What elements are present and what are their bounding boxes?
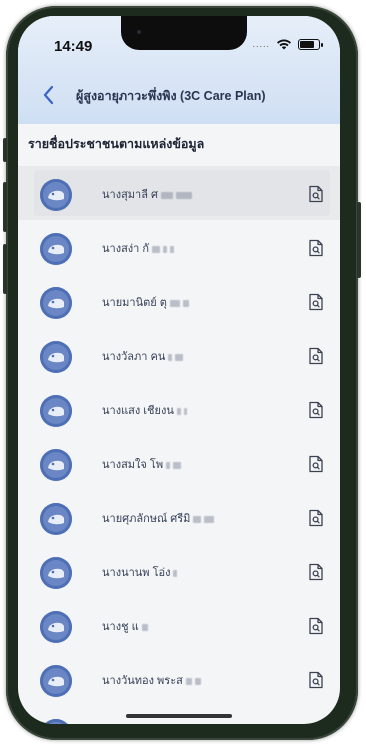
status-time: 14:49 [54, 38, 93, 55]
volume-up-button [3, 182, 7, 232]
redacted-text [173, 461, 182, 469]
document-search-icon[interactable] [308, 455, 324, 473]
document-search-icon[interactable] [308, 401, 324, 419]
redacted-text [204, 515, 215, 523]
section-title: รายชื่อประชาชนตามแหล่งข้อมูล [28, 137, 205, 151]
list-item[interactable]: นางวัลภา คน [18, 328, 340, 382]
redacted-text [194, 677, 201, 685]
status-bar: 14:49 ..... [18, 16, 340, 72]
person-name: นางแสง เชียงน [102, 401, 187, 419]
person-avatar-icon [40, 287, 72, 319]
redacted-text [185, 677, 192, 685]
list-item[interactable]: นางสุมาลี ศ [18, 166, 340, 220]
document-search-icon[interactable] [308, 617, 324, 635]
volume-down-button [3, 244, 7, 294]
redacted-text [183, 407, 187, 415]
list-item[interactable]: นางนานพ โอ่ง [18, 544, 340, 598]
person-name: นางสุมาลี ศ [102, 185, 192, 203]
mute-switch [3, 138, 7, 162]
person-avatar-icon [40, 665, 72, 697]
person-avatar-icon [40, 341, 72, 373]
wifi-icon [277, 39, 291, 50]
dynamic-island [121, 16, 247, 50]
signal-dots: ..... [252, 39, 270, 49]
document-search-icon[interactable] [308, 239, 324, 257]
document-search-icon[interactable] [308, 671, 324, 689]
person-name-text: นางวันทอง พระส [102, 675, 183, 687]
redacted-text [166, 461, 171, 469]
battery-icon [298, 38, 323, 50]
person-name: นายมานิตย์ ตุ [102, 293, 189, 311]
list-item[interactable]: นายมานิตย์ ตุ [18, 274, 340, 328]
redacted-text [152, 245, 161, 253]
redacted-text [182, 299, 189, 307]
app-screen: 14:49 ..... ผู้สูงอายุภาวะพึ่งพิง (3C Ca… [18, 16, 340, 724]
list-item[interactable]: นางชู แ [18, 598, 340, 652]
navigation-bar: ผู้สูงอายุภาวะพึ่งพิง (3C Care Plan) [18, 74, 340, 118]
status-icons: ..... [252, 38, 323, 50]
list-item[interactable]: นางสมใจ โพ [18, 436, 340, 490]
redacted-text [169, 299, 180, 307]
redacted-text [175, 353, 184, 361]
document-search-icon[interactable] [308, 185, 324, 203]
chevron-left-icon[interactable] [38, 82, 62, 108]
redacted-text [170, 245, 175, 253]
redacted-text [141, 623, 148, 631]
person-name: นางนานพ โอ่ง [102, 563, 178, 581]
list-item[interactable]: นางแสง เชียงน [18, 382, 340, 436]
person-avatar-icon [40, 557, 72, 589]
person-name-text: นางสุมาลี ศ [102, 189, 158, 201]
redacted-text [193, 515, 202, 523]
document-search-icon[interactable] [308, 347, 324, 365]
person-name: นางวัลภา คน [102, 347, 184, 365]
person-name: นางสมใจ โพ [102, 455, 182, 473]
person-avatar-icon [40, 503, 72, 535]
page-title: ผู้สูงอายุภาวะพึ่งพิง (3C Care Plan) [76, 89, 266, 103]
redacted-text [173, 569, 178, 577]
document-search-icon[interactable] [308, 563, 324, 581]
redacted-text [176, 191, 192, 199]
person-name: นายศุภลักษณ์ ศรีมิ [102, 509, 215, 527]
document-search-icon[interactable] [308, 293, 324, 311]
person-name-text: นางสง่า กั [102, 243, 150, 255]
person-name-text: นายมานิตย์ ตุ [102, 297, 167, 309]
person-avatar-icon [40, 449, 72, 481]
person-avatar-icon [40, 395, 72, 427]
person-name-text: นายศุภลักษณ์ ศรีมิ [102, 513, 191, 525]
list-item[interactable]: นายศุภลักษณ์ ศรีมิ [18, 490, 340, 544]
person-name-text: นางแสง เชียงน [102, 405, 174, 417]
redacted-text [163, 245, 168, 253]
person-avatar-icon [40, 719, 72, 724]
list-item[interactable]: นางวันทอง พระส [18, 652, 340, 706]
person-name: นางสง่า กั [102, 239, 175, 257]
redacted-text [176, 407, 181, 415]
document-search-icon[interactable] [308, 509, 324, 527]
power-button [357, 202, 361, 278]
battery-level [300, 40, 314, 48]
list-item[interactable]: นางสง่า กั [18, 220, 340, 274]
person-name-text: นางชู แ [102, 621, 139, 633]
battery-cap [321, 42, 323, 47]
redacted-text [161, 191, 173, 199]
person-avatar-icon [40, 233, 72, 265]
people-list: นางสุมาลี ศนางสง่า กันายมานิตย์ ตุนางวัล… [18, 166, 340, 724]
person-name-text: นางวัลภา คน [102, 351, 166, 363]
person-name: นางวันทอง พระส [102, 671, 201, 689]
person-name: นางชู แ [102, 617, 148, 635]
person-name-text: นางนานพ โอ่ง [102, 567, 171, 579]
person-avatar-icon [40, 611, 72, 643]
redacted-text [168, 353, 173, 361]
camera-dot [137, 30, 141, 34]
home-indicator[interactable] [126, 714, 232, 718]
person-name-text: นางสมใจ โพ [102, 459, 164, 471]
person-avatar-icon [40, 179, 72, 211]
